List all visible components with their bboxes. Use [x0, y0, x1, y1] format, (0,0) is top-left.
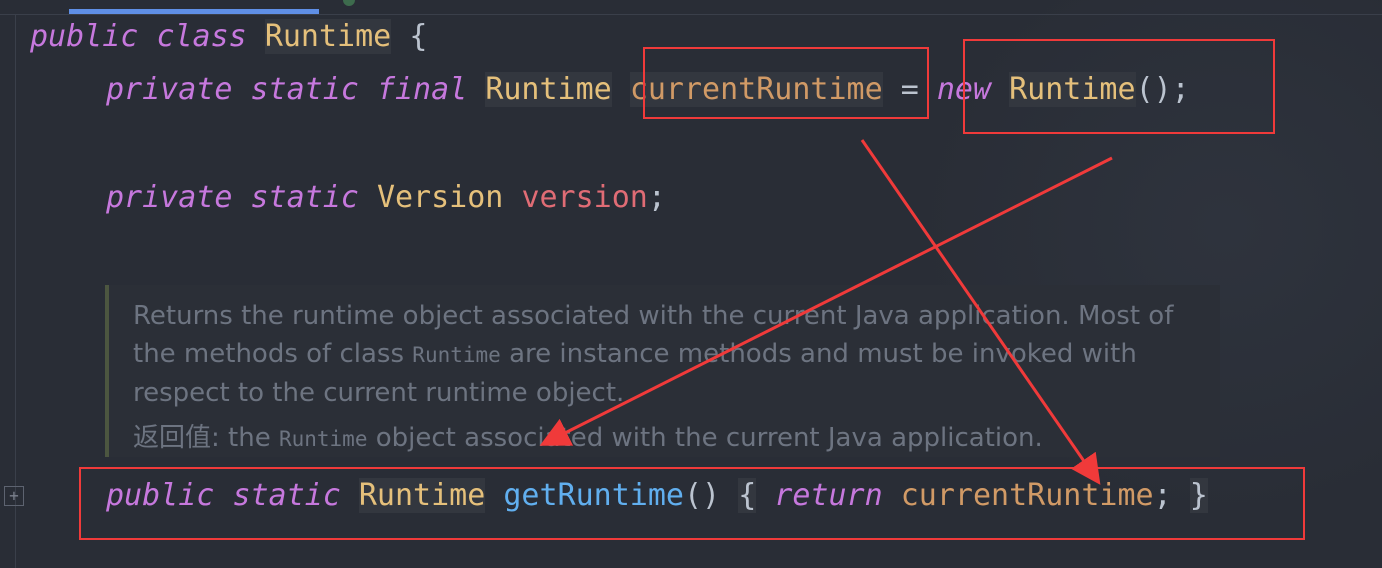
arrow-new-runtime-to-method: [539, 156, 1113, 446]
arrow-field-to-return: [860, 139, 1101, 485]
annotation-arrows: [539, 139, 1113, 485]
